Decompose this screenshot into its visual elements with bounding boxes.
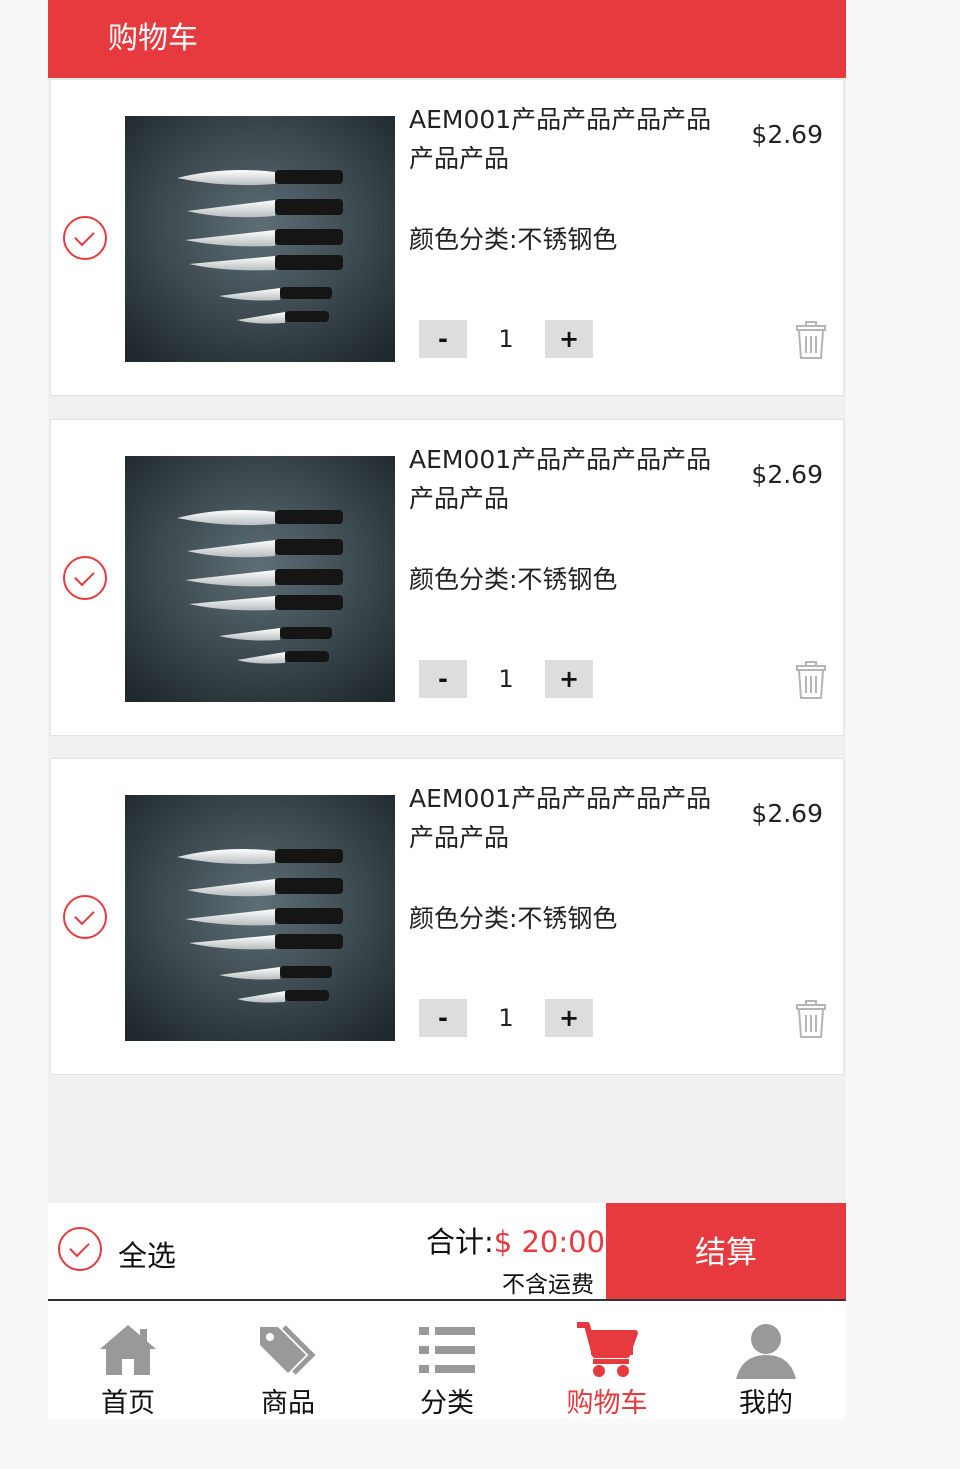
list-icon [419, 1327, 475, 1373]
cart-item: AEM001产品产品产品产品产品产品 $2.69 颜色分类:不锈钢色 - 1 + [50, 419, 844, 736]
qty-increment-button[interactable]: + [545, 999, 593, 1037]
tab-home[interactable]: 首页 [48, 1301, 208, 1419]
shipping-note: 不含运费 [502, 1272, 594, 1298]
tab-cart[interactable]: 购物车 [527, 1301, 687, 1419]
select-all-label[interactable]: 全选 [118, 1233, 176, 1275]
qty-decrement-button[interactable]: - [419, 320, 467, 358]
item-checkbox[interactable] [63, 216, 107, 260]
tab-label: 购物车 [566, 1388, 648, 1419]
cart-summary-bar: 全选 合计:$ 20:00 不含运费 结算 [48, 1203, 846, 1301]
bottom-tab-bar: 首页 商品 分类 购物车 我的 [48, 1301, 846, 1419]
tab-profile[interactable]: 我的 [686, 1301, 846, 1419]
cart-item: AEM001产品产品产品产品产品产品 $2.69 颜色分类:不锈钢色 - 1 + [50, 79, 844, 396]
tab-categories[interactable]: 分类 [367, 1301, 527, 1419]
page-header: 购物车 [48, 0, 846, 78]
total-label: 合计: [426, 1225, 494, 1259]
product-image[interactable] [125, 456, 395, 702]
qty-decrement-button[interactable]: - [419, 999, 467, 1037]
cart-item: AEM001产品产品产品产品产品产品 $2.69 颜色分类:不锈钢色 - 1 + [50, 758, 844, 1075]
product-price: $2.69 [751, 120, 823, 149]
trash-icon[interactable] [791, 660, 831, 700]
tab-label: 我的 [739, 1388, 793, 1419]
product-variant: 颜色分类:不锈钢色 [409, 565, 618, 594]
product-variant: 颜色分类:不锈钢色 [409, 225, 618, 254]
item-checkbox[interactable] [63, 895, 107, 939]
trash-icon[interactable] [791, 320, 831, 360]
user-icon [736, 1324, 796, 1379]
tab-label: 分类 [420, 1388, 474, 1419]
product-image[interactable] [125, 116, 395, 362]
product-price: $2.69 [751, 799, 823, 828]
qty-value: 1 [498, 665, 514, 693]
tab-products[interactable]: 商品 [208, 1301, 368, 1419]
cart-icon [577, 1322, 638, 1377]
home-icon [100, 1325, 156, 1375]
trash-icon[interactable] [791, 999, 831, 1039]
product-price: $2.69 [751, 460, 823, 489]
app-frame: 购物车 AEM001产品产品产品产品产品产品 $2.69 颜色分类:不锈钢色 -… [48, 0, 846, 1419]
tab-label: 首页 [101, 1388, 155, 1419]
page-title: 购物车 [108, 21, 198, 56]
qty-increment-button[interactable]: + [545, 320, 593, 358]
qty-increment-button[interactable]: + [545, 660, 593, 698]
select-all-checkbox[interactable] [58, 1227, 102, 1271]
product-name[interactable]: AEM001产品产品产品产品产品产品 [409, 440, 729, 518]
tab-label: 商品 [261, 1388, 315, 1419]
qty-decrement-button[interactable]: - [419, 660, 467, 698]
qty-value: 1 [498, 1004, 514, 1032]
qty-value: 1 [498, 325, 514, 353]
product-name[interactable]: AEM001产品产品产品产品产品产品 [409, 100, 729, 178]
checkout-button[interactable]: 结算 [606, 1203, 846, 1299]
product-variant: 颜色分类:不锈钢色 [409, 904, 618, 933]
tag-icon [260, 1325, 316, 1375]
product-name[interactable]: AEM001产品产品产品产品产品产品 [409, 779, 729, 857]
item-checkbox[interactable] [63, 556, 107, 600]
total-value: $ 20:00 [493, 1225, 606, 1259]
product-image[interactable] [125, 795, 395, 1041]
total-row: 合计:$ 20:00 [426, 1219, 605, 1261]
